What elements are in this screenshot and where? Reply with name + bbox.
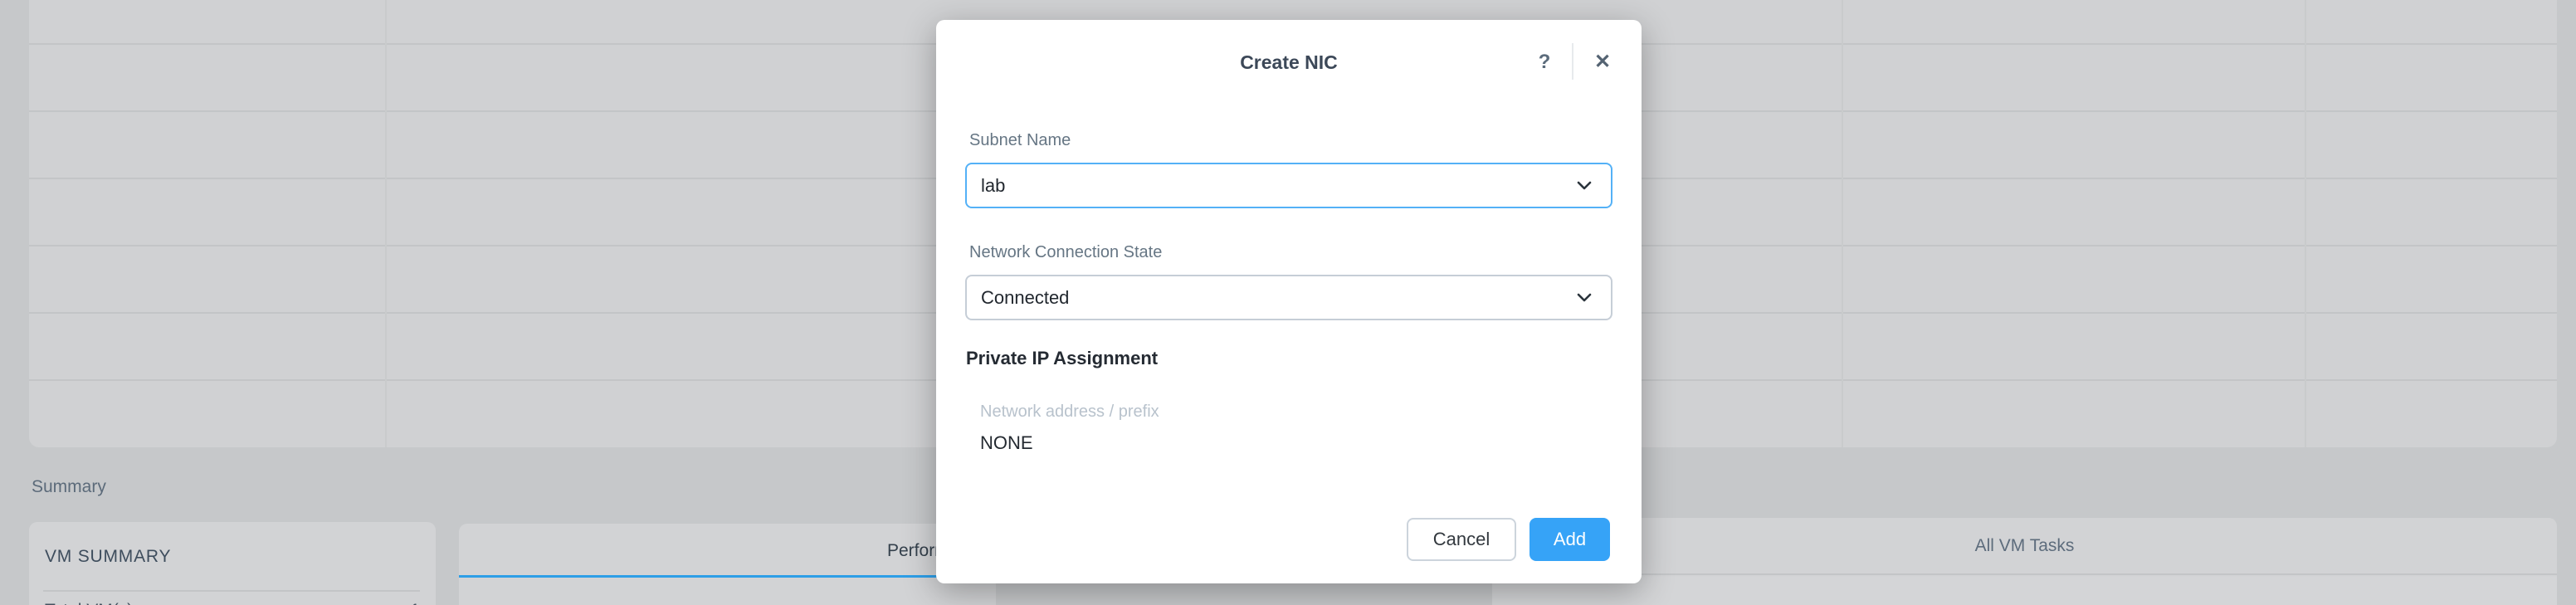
summary-heading: Summary [32, 477, 106, 496]
subnet-name-value: lab [981, 174, 1006, 196]
table-column-divider [385, 0, 387, 447]
network-address-prefix-value: NONE [980, 432, 1033, 453]
network-connection-state-value: Connected [981, 286, 1070, 308]
subnet-name-select[interactable]: lab [965, 163, 1612, 208]
network-connection-state-select[interactable]: Connected [965, 275, 1612, 320]
performance-widget: Performance [459, 524, 996, 605]
vm-summary-row-value: 1 [410, 601, 420, 605]
private-ip-assignment-heading: Private IP Assignment [966, 348, 1159, 368]
vm-summary-row: Total VM(s) 1 [45, 601, 420, 605]
close-icon[interactable]: ✕ [1588, 48, 1617, 76]
chevron-down-icon [1576, 293, 1593, 303]
vm-tasks-body [1492, 577, 2557, 605]
help-icon[interactable]: ? [1530, 48, 1559, 76]
vm-summary-row-label: Total VM(s) [45, 601, 133, 605]
vm-details-screen: Summary VM SUMMARY Total VM(s) 1 Perform… [0, 0, 2576, 605]
add-button[interactable]: Add [1530, 518, 1610, 561]
vm-summary-title: VM SUMMARY [45, 547, 172, 566]
chevron-down-icon [1576, 181, 1593, 191]
table-column-divider [1842, 0, 1843, 447]
network-connection-state-label: Network Connection State [969, 243, 1163, 261]
create-nic-modal: Create NIC ? ✕ Subnet Name lab Network C… [936, 20, 1642, 583]
subnet-name-label: Subnet Name [969, 131, 1071, 149]
table-column-divider [2305, 0, 2306, 447]
cancel-button[interactable]: Cancel [1407, 518, 1516, 561]
vm-tasks-widget: All VM Tasks [1492, 518, 2557, 605]
performance-tab-bar: Performance [459, 524, 996, 578]
all-vm-tasks-link: All VM Tasks [1492, 518, 2557, 575]
vm-summary-widget: VM SUMMARY Total VM(s) 1 [29, 522, 436, 605]
network-address-prefix-label: Network address / prefix [980, 403, 1159, 421]
header-divider [1572, 43, 1573, 80]
vm-summary-divider [43, 590, 420, 592]
